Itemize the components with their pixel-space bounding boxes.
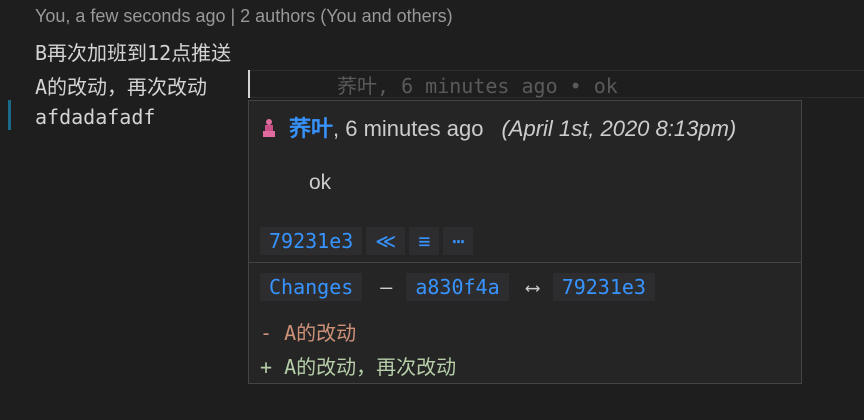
commit-message: ok [309, 171, 332, 194]
commit-sha-link[interactable]: 79231e3 [260, 227, 363, 255]
blame-hover-popup: 荞叶, 6 minutes ago (April 1st, 2020 8:13pm… [248, 100, 802, 384]
avatar-icon [263, 119, 275, 137]
code-line-3[interactable]: afdadafadf [35, 105, 155, 129]
gutter-change-marker[interactable] [8, 100, 11, 130]
more-actions-icon[interactable]: ⋯ [443, 227, 474, 255]
diff-removed-line: - A的改动 [260, 321, 357, 345]
commit-details-icon[interactable]: ≡ [409, 227, 440, 255]
inline-blame-annotation[interactable]: 荞叶, 6 minutes ago • ok [337, 70, 618, 99]
code-line-2[interactable]: A的改动，再次改动 [35, 71, 207, 100]
text-cursor [248, 70, 250, 98]
hover-header: 荞叶, 6 minutes ago (April 1st, 2020 8:13pm… [261, 111, 736, 143]
code-line-1[interactable]: B再次加班到12点推送 [35, 37, 231, 66]
from-sha-link[interactable]: a830f4a [406, 273, 509, 301]
to-sha-link[interactable]: 79231e3 [552, 273, 655, 301]
divider [249, 262, 801, 263]
changes-link[interactable]: Changes [260, 273, 363, 301]
dash-separator: — [380, 275, 393, 299]
author-name[interactable]: 荞叶 [289, 116, 333, 141]
commit-actions: 79231e3 ≪ ≡ ⋯ [260, 227, 477, 255]
diff-added-line: + A的改动，再次改动 [260, 355, 457, 379]
compare-arrow-icon: ⟷ [526, 275, 539, 299]
codelens[interactable]: You, a few seconds ago | 2 authors (You … [35, 6, 453, 27]
previous-revision-icon[interactable]: ≪ [366, 227, 406, 255]
relative-time: , 6 minutes ago [333, 116, 484, 141]
changes-row: Changes — a830f4a ⟷ 79231e3 [260, 273, 659, 301]
full-date: (April 1st, 2020 8:13pm) [501, 116, 737, 141]
